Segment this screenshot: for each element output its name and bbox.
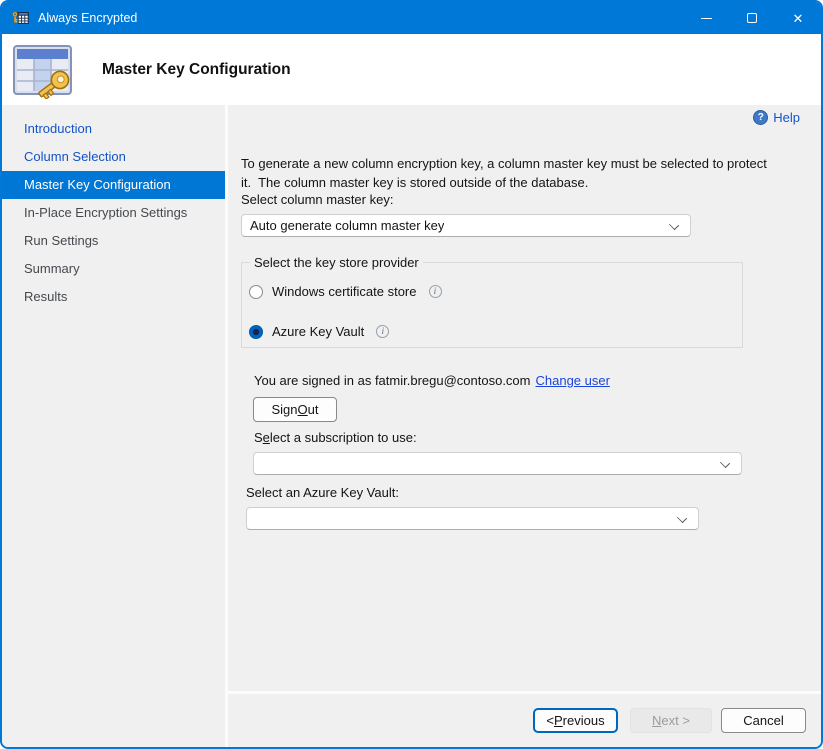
signed-in-text: You are signed in as fatmir.bregu@contos… <box>254 373 531 388</box>
azure-key-vault-radio[interactable]: Azure Key Vault i <box>249 324 389 339</box>
key-store-provider-legend: Select the key store provider <box>250 255 423 270</box>
master-key-configuration-page: ? Help To generate a new column encrypti… <box>228 105 821 691</box>
change-user-link[interactable]: Change user <box>536 373 610 388</box>
azure-key-vault-label: Azure Key Vault <box>272 324 364 339</box>
sidebar-item-in-place-encryption-settings: In-Place Encryption Settings <box>2 199 225 227</box>
sign-out-mnemonic: O <box>298 402 308 417</box>
azure-key-vault-dropdown[interactable] <box>246 507 699 530</box>
titlebar: Always Encrypted ✕ <box>2 2 821 34</box>
vault-label: Select an Azure Key Vault: <box>246 485 399 500</box>
page-description: To generate a new column encryption key,… <box>241 154 773 192</box>
app-table-key-icon <box>12 10 29 26</box>
subscription-dropdown[interactable] <box>253 452 742 475</box>
windows-certificate-store-radio[interactable]: Windows certificate store i <box>249 284 442 299</box>
sidebar-item-master-key-configuration[interactable]: Master Key Configuration <box>2 171 225 199</box>
previous-button[interactable]: < Previous <box>533 708 618 733</box>
info-icon[interactable]: i <box>376 325 389 338</box>
table-key-icon <box>11 42 74 99</box>
sign-out-label: Sign <box>272 402 298 417</box>
chevron-down-icon <box>720 458 730 468</box>
close-icon: ✕ <box>793 12 804 25</box>
sign-out-button[interactable]: Sign Out <box>253 397 337 422</box>
info-icon[interactable]: i <box>429 285 442 298</box>
sidebar-item-introduction[interactable]: Introduction <box>2 115 225 143</box>
maximize-icon <box>747 13 757 23</box>
help-link[interactable]: ? Help <box>753 110 800 125</box>
minimize-button[interactable] <box>683 2 729 34</box>
always-encrypted-window: Always Encrypted ✕ Master Key Configurat <box>0 0 823 749</box>
wizard-header: Master Key Configuration <box>2 34 821 105</box>
main-area: Introduction Column Selection Master Key… <box>2 105 821 747</box>
chevron-down-icon <box>677 513 687 523</box>
sidebar-item-summary: Summary <box>2 255 225 283</box>
subscription-label: Select a subscription to use: <box>254 430 417 445</box>
help-label: Help <box>773 110 800 125</box>
signed-in-row: You are signed in as fatmir.bregu@contos… <box>254 373 610 388</box>
footer-button-bar: < Previous Next > Cancel <box>228 694 821 747</box>
key-store-provider-group: Select the key store provider Windows ce… <box>241 255 743 348</box>
cancel-button[interactable]: Cancel <box>721 708 806 733</box>
next-button: Next > <box>630 708 712 733</box>
master-key-value: Auto generate column master key <box>250 218 444 233</box>
master-key-dropdown[interactable]: Auto generate column master key <box>241 214 691 237</box>
sidebar-item-run-settings: Run Settings <box>2 227 225 255</box>
maximize-button[interactable] <box>729 2 775 34</box>
sidebar-item-column-selection[interactable]: Column Selection <box>2 143 225 171</box>
sign-out-label-post: ut <box>308 402 319 417</box>
close-button[interactable]: ✕ <box>775 2 821 34</box>
right-column: ? Help To generate a new column encrypti… <box>228 105 821 747</box>
page-title: Master Key Configuration <box>102 61 291 79</box>
chevron-down-icon <box>669 220 679 230</box>
radio-unchecked-icon <box>249 285 263 299</box>
windows-certificate-store-label: Windows certificate store <box>272 284 417 299</box>
help-icon: ? <box>753 110 768 125</box>
sidebar-item-results: Results <box>2 283 225 311</box>
minimize-icon <box>701 18 712 19</box>
window-title: Always Encrypted <box>38 11 683 25</box>
wizard-steps-sidebar: Introduction Column Selection Master Key… <box>2 105 225 747</box>
master-key-label: Select column master key: <box>241 192 393 207</box>
radio-checked-icon <box>249 325 263 339</box>
